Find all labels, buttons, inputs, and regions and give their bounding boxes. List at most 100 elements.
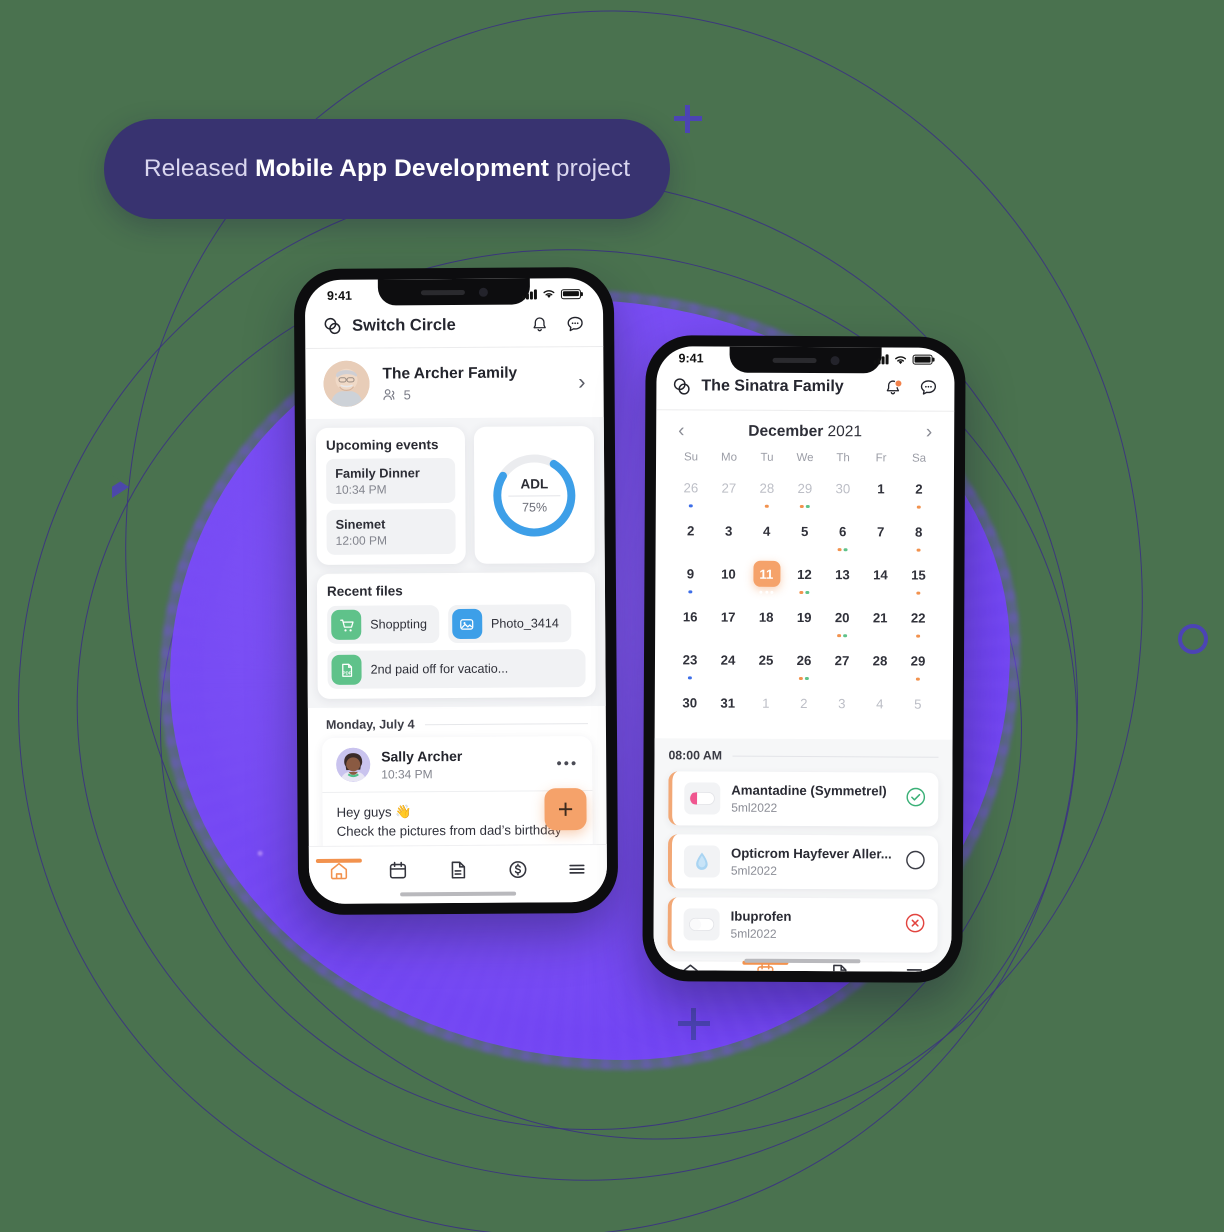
status-badge-pending[interactable]: [905, 850, 926, 876]
next-month-button[interactable]: ›: [926, 422, 932, 443]
schedule-time-separator: 08:00 AM: [668, 748, 939, 772]
calendar-day-number: 31: [720, 695, 736, 711]
calendar-day-number: 9: [686, 565, 695, 581]
nav-item-documents[interactable]: [447, 858, 469, 880]
calendar-day-cell[interactable]: 27: [710, 471, 748, 514]
family-selector-row[interactable]: The Archer Family 5 ›: [305, 347, 603, 419]
calendar-day-cell[interactable]: 24: [709, 643, 747, 686]
calendar-day-cell[interactable]: 15: [899, 557, 937, 600]
calendar-day-cell[interactable]: 8: [900, 514, 938, 557]
calendar-day-cell[interactable]: 16: [671, 599, 709, 642]
banner-prefix: Released: [143, 155, 256, 182]
nav-item-payments[interactable]: [506, 858, 528, 880]
calendar-day-cell[interactable]: 12: [785, 557, 823, 600]
calendar-day-cell[interactable]: 5: [899, 686, 937, 729]
calendar-day-cell[interactable]: 25: [747, 643, 785, 686]
calendar-day-cell[interactable]: 14: [861, 557, 899, 600]
calendar-day-cell[interactable]: 30: [671, 685, 709, 728]
calendar-day-cell[interactable]: 21: [861, 600, 899, 643]
calendar-day-cell[interactable]: 2: [900, 472, 938, 515]
calendar-day-cell[interactable]: 3: [823, 686, 861, 729]
nav-item-menu[interactable]: [903, 963, 925, 972]
calendar-day-number: 3: [838, 695, 846, 711]
calendar-day-number: 11: [752, 560, 781, 587]
calendar-day-cell[interactable]: 1: [862, 471, 900, 514]
prev-month-button[interactable]: ‹: [678, 420, 684, 441]
calendar-day-cell[interactable]: 23: [671, 642, 709, 685]
calendar-day-cell[interactable]: 27: [823, 643, 861, 686]
calendar-day-cell[interactable]: 1: [747, 686, 785, 729]
document-icon: [833, 964, 847, 972]
nav-item-home[interactable]: [315, 858, 362, 881]
nav-item-documents[interactable]: [829, 962, 851, 972]
calendar-day-cell[interactable]: 26: [785, 643, 823, 686]
post-header: Sally Archer 10:34 PM •••: [322, 736, 593, 793]
event-item[interactable]: Sinemet 12:00 PM: [326, 509, 457, 555]
calendar-day-number: 28: [759, 480, 775, 496]
banner-suffix: project: [549, 155, 631, 182]
calendar-day-number: 30: [835, 480, 851, 496]
calendar-day-cell[interactable]: 11: [747, 557, 785, 600]
calendar-day-cell[interactable]: 28: [748, 471, 786, 514]
calendar-day-cell[interactable]: 17: [709, 600, 747, 643]
calendar-day-dots: [688, 675, 692, 680]
calendar-day-number: 29: [910, 653, 926, 669]
banner-bold: Mobile App Development: [255, 155, 550, 182]
calendar-day-cell[interactable]: 2: [672, 513, 710, 556]
bell-icon[interactable]: [530, 315, 549, 334]
calendar-day-cell[interactable]: 9: [671, 556, 709, 599]
calendar-day-cell[interactable]: 13: [823, 557, 861, 600]
calendar-day-number: 1: [877, 480, 885, 496]
calendar-day-cell[interactable]: 29: [899, 643, 937, 686]
calendar-day-cell[interactable]: 28: [861, 643, 899, 686]
calendar-day-cell[interactable]: 18: [747, 600, 785, 643]
nav-item-calendar[interactable]: [742, 960, 789, 972]
calendar-week-row: 23 24 25 26 27 28 29: [671, 642, 937, 686]
calendar-day-cell[interactable]: 7: [862, 514, 900, 557]
nav-item-home[interactable]: [680, 961, 702, 972]
status-badge-missed[interactable]: [905, 913, 926, 939]
calendar-day-cell[interactable]: 29: [786, 471, 824, 514]
calendar-day-cell[interactable]: 3: [710, 514, 748, 557]
switch-circle-label[interactable]: Switch Circle: [352, 315, 456, 335]
calendar-day-number: 13: [835, 566, 850, 582]
event-item[interactable]: Family Dinner 10:34 PM: [326, 458, 456, 504]
post-menu-icon[interactable]: •••: [556, 755, 578, 772]
medication-row[interactable]: Ibuprofen 5ml2022: [667, 897, 938, 953]
calendar-day-cell[interactable]: 19: [785, 600, 823, 643]
file-item-photo[interactable]: Photo_3414: [447, 604, 572, 644]
nav-item-calendar[interactable]: [387, 859, 409, 881]
event-name: Sinemet: [335, 516, 386, 532]
calendar-day-number: 28: [872, 652, 888, 668]
bell-icon[interactable]: [883, 378, 903, 397]
medication-row[interactable]: Amantadine (Symmetrel) 5ml2022: [668, 771, 939, 827]
calendar-day-cell[interactable]: 31: [709, 686, 747, 729]
calendar-day-cell[interactable]: 22: [899, 600, 937, 643]
calendar-year: 2021: [827, 422, 863, 440]
chat-bubble-icon[interactable]: [565, 314, 585, 334]
calendar-day-cell[interactable]: 26: [672, 470, 710, 513]
chevron-right-icon[interactable]: ›: [578, 369, 586, 395]
family-name-label[interactable]: The Sinatra Family: [701, 377, 843, 396]
add-button[interactable]: +: [544, 788, 587, 831]
calendar-day-number: 26: [796, 652, 812, 668]
calendar-day-cell[interactable]: 6: [824, 514, 862, 557]
calendar-day-cell[interactable]: 20: [823, 600, 861, 643]
medication-dose: 5ml2022: [730, 926, 777, 941]
file-item-pdf[interactable]: PDF 2nd paid off for vacatio...: [327, 649, 586, 689]
calendar-day-cell[interactable]: 2: [785, 686, 823, 729]
status-badge-taken[interactable]: [905, 787, 926, 813]
file-item-shoppting[interactable]: Shoppting: [327, 605, 440, 644]
medication-row[interactable]: Opticrom Hayfever Aller... 5ml2022: [667, 834, 939, 890]
calendar-day-dots: [837, 547, 848, 552]
calendar-day-cell[interactable]: 30: [824, 471, 862, 514]
calendar-day-cell[interactable]: 5: [786, 514, 824, 557]
nav-item-menu[interactable]: [566, 858, 588, 880]
calendar-day-number: 19: [796, 609, 812, 625]
calendar-day-cell[interactable]: 4: [861, 686, 899, 729]
release-banner: Released Mobile App Development project: [104, 119, 670, 219]
calendar-day-cell[interactable]: 4: [748, 514, 786, 557]
chat-bubble-icon[interactable]: [918, 378, 938, 398]
phone1-app-bar: Switch Circle: [305, 303, 604, 350]
calendar-day-cell[interactable]: 10: [709, 557, 747, 600]
